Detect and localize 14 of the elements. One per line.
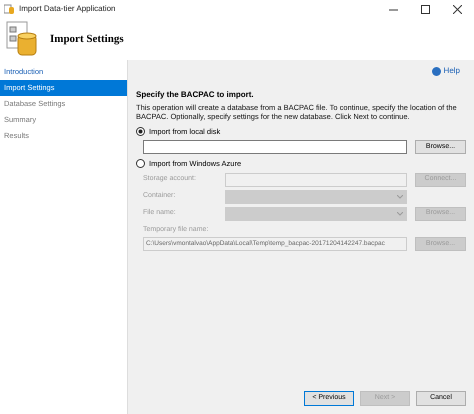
section-heading: Specify the BACPAC to import. <box>136 89 255 101</box>
maximize-icon[interactable] <box>421 4 430 14</box>
radio-button[interactable] <box>136 127 145 136</box>
window-title: Import Data-tier Application <box>19 3 116 15</box>
chevron-down-icon <box>397 212 403 216</box>
page-title: Import Settings <box>50 32 124 47</box>
chevron-down-icon <box>397 194 403 198</box>
close-icon[interactable] <box>453 4 462 14</box>
database-icon <box>6 21 38 57</box>
radio-button[interactable] <box>136 159 145 168</box>
app-icon <box>4 4 15 14</box>
help-link[interactable]: Help <box>444 65 460 77</box>
file-path-field[interactable] <box>143 140 407 154</box>
help-icon <box>432 66 441 76</box>
